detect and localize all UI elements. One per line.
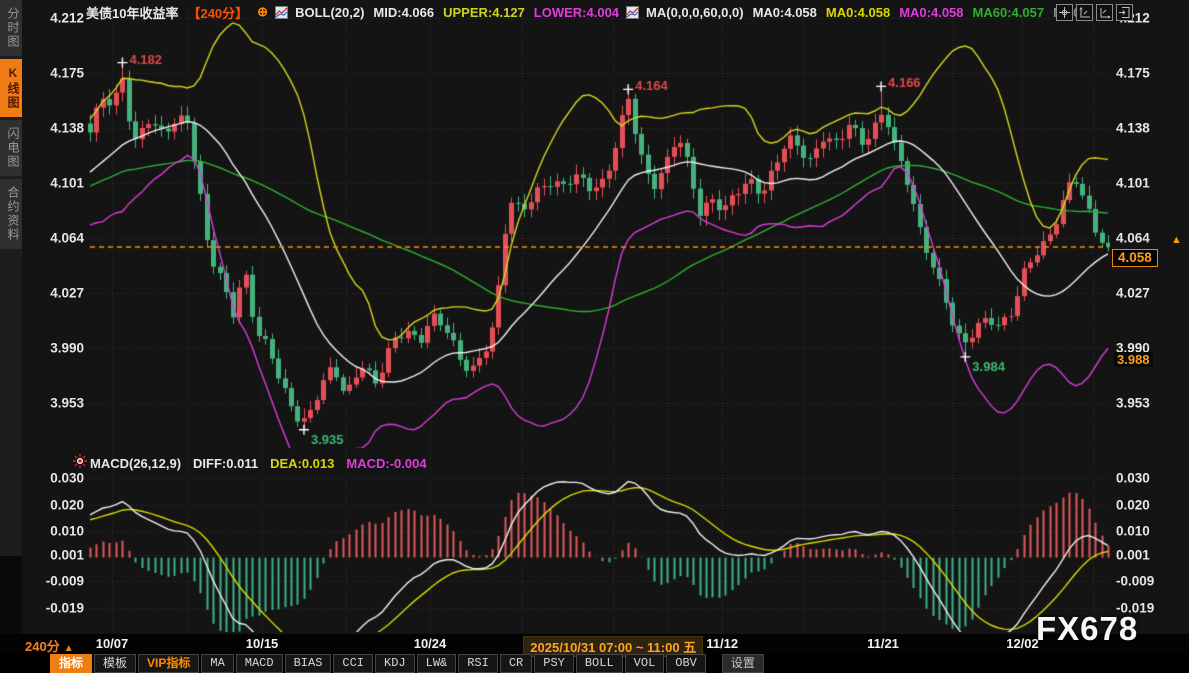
sidebar-item-contract-info[interactable]: 合约资料 (0, 179, 22, 249)
current-price-tag: 4.058 (1112, 249, 1158, 267)
pan-right-icon[interactable] (1116, 4, 1133, 21)
alert-icon[interactable] (72, 453, 88, 474)
sidebar-item-timeshare-chart[interactable]: 分时图 (0, 0, 22, 56)
boll-mid-value: MID:4.066 (373, 5, 434, 20)
y-tick-label: 4.101 (1116, 176, 1150, 191)
toolbar-item-cci[interactable]: CCI (333, 654, 373, 673)
app-window: 分时图 K线图闪电图合约资料 美债10年收益率【240分】 ⊕ BOLL(20,2) M… (0, 0, 1189, 673)
x-date-label: 10/07 (96, 636, 129, 651)
watermark: FX678 (1036, 610, 1138, 648)
toolbar-item-obv[interactable]: OBV (666, 654, 706, 673)
macd-tick-label: -0.009 (1116, 574, 1154, 589)
y-tick-label: 4.064 (26, 231, 84, 246)
y-tick-label: 3.990 (26, 341, 84, 356)
macd-tick-label: -0.009 (26, 574, 84, 589)
toolbar-item-settings[interactable]: 设置 (722, 654, 764, 673)
macd-tick-label: 0.030 (1116, 471, 1150, 486)
ma0-value-yellow: MA0:4.058 (826, 5, 890, 20)
y-tick-label: 3.953 (26, 396, 84, 411)
ma0-value-white: MA0:4.058 (753, 5, 817, 20)
y-tick-label: 4.027 (1116, 286, 1150, 301)
x-date-label: 10/24 (414, 636, 447, 651)
macd-tick-label: 0.001 (26, 547, 84, 562)
macd-tick-label: 0.020 (1116, 497, 1150, 512)
ma0-value-magenta: MA0:4.058 (899, 5, 963, 20)
toolbar-item-psy[interactable]: PSY (534, 654, 574, 673)
secondary-price-tag: 3.988 (1114, 352, 1153, 367)
chart-header: 美债10年收益率【240分】 ⊕ BOLL(20,2) MID:4.066 UPPER:… (86, 3, 1085, 21)
macd-tick-label: 0.010 (1116, 524, 1150, 539)
macd-bar-value: MACD:-0.004 (346, 456, 426, 471)
period-badge: 【240分】 (187, 3, 248, 22)
chart-tools (1056, 4, 1133, 21)
chart-canvas[interactable] (0, 0, 1189, 634)
y-tick-label: 3.953 (1116, 396, 1150, 411)
y-tick-label: 4.138 (26, 121, 84, 136)
macd-tick-label: 0.010 (26, 524, 84, 539)
toolbar-item-vol[interactable]: VOL (625, 654, 665, 673)
y-tick-label: 4.101 (26, 176, 84, 191)
macd-header: MACD(26,12,9) DIFF:0.011 DEA:0.013 MACD:-0.… (90, 456, 427, 471)
period-label-text: 240分 (25, 639, 60, 654)
macd-dea-value: DEA:0.013 (270, 456, 334, 471)
toolbar-item-boll[interactable]: BOLL (576, 654, 623, 673)
crosshair-icon[interactable] (1056, 4, 1073, 21)
ma-name: MA(0,0,0,60,0,0) (646, 5, 744, 20)
indicator-toolbar: 指标模板VIP指标MAMACDBIASCCIKDJLW&RSICRPSYBOLL… (50, 654, 764, 673)
toolbar-item-cr[interactable]: CR (500, 654, 532, 673)
add-indicator-icon[interactable]: ⊕ (257, 4, 268, 20)
period-selector[interactable]: 240分 ▲ (25, 636, 74, 655)
boll-lower-value: LOWER:4.004 (534, 5, 619, 20)
macd-name: MACD(26,12,9) (90, 456, 181, 471)
toolbar-item-template[interactable]: 模板 (94, 654, 136, 673)
x-date-label: 10/15 (246, 636, 279, 651)
y-tick-label: 4.212 (26, 11, 84, 26)
boll-upper-value: UPPER:4.127 (443, 5, 525, 20)
y-tick-label: 4.027 (26, 286, 84, 301)
macd-tick-label: -0.019 (26, 600, 84, 615)
y-tick-label: 4.175 (1116, 66, 1150, 81)
toolbar-item-kdj[interactable]: KDJ (375, 654, 415, 673)
macd-tick-label: 0.020 (26, 497, 84, 512)
x-axis: 240分▲ 10/0710/1510/242025/10/31 07:00 ~ … (0, 634, 1189, 654)
toolbar-item-bias[interactable]: BIAS (285, 654, 332, 673)
sidebar-item-kline-chart[interactable]: K线图 (0, 59, 22, 117)
sidebar-item-lightning-chart[interactable]: 闪电图 (0, 120, 22, 176)
y-tick-label: 4.064 (1116, 231, 1150, 246)
toolbar-item-vip-indicator[interactable]: VIP指标 (138, 654, 199, 673)
price-arrow-icon: ▲ (1171, 234, 1182, 246)
period-up-icon: ▲ (64, 643, 74, 654)
sidebar: 分时图 K线图闪电图合约资料 (0, 0, 22, 556)
symbol-title: 美债10年收益率 (86, 3, 178, 22)
boll-name: BOLL(20,2) (295, 5, 364, 20)
y-tick-label: 4.175 (26, 66, 84, 81)
macd-diff-value: DIFF:0.011 (193, 456, 258, 471)
y-axis-scale-icon[interactable] (1076, 4, 1093, 21)
macd-tick-label: 0.001 (1116, 547, 1150, 562)
ma-chart-icon[interactable] (626, 6, 639, 19)
x-date-label: 12/02 (1006, 636, 1039, 651)
x-axis-scale-icon[interactable] (1096, 4, 1113, 21)
y-tick-label: 4.138 (1116, 121, 1150, 136)
toolbar-item-lwr[interactable]: LW& (417, 654, 457, 673)
toolbar-item-indicator[interactable]: 指标 (50, 654, 92, 673)
x-date-label: 11/21 (867, 636, 899, 651)
toolbar-item-ma[interactable]: MA (201, 654, 233, 673)
boll-chart-icon[interactable] (275, 6, 288, 19)
toolbar-item-macd[interactable]: MACD (236, 654, 283, 673)
toolbar-item-rsi[interactable]: RSI (458, 654, 498, 673)
x-date-label: 11/12 (706, 636, 738, 651)
ma60-value: MA60:4.057 (973, 5, 1045, 20)
